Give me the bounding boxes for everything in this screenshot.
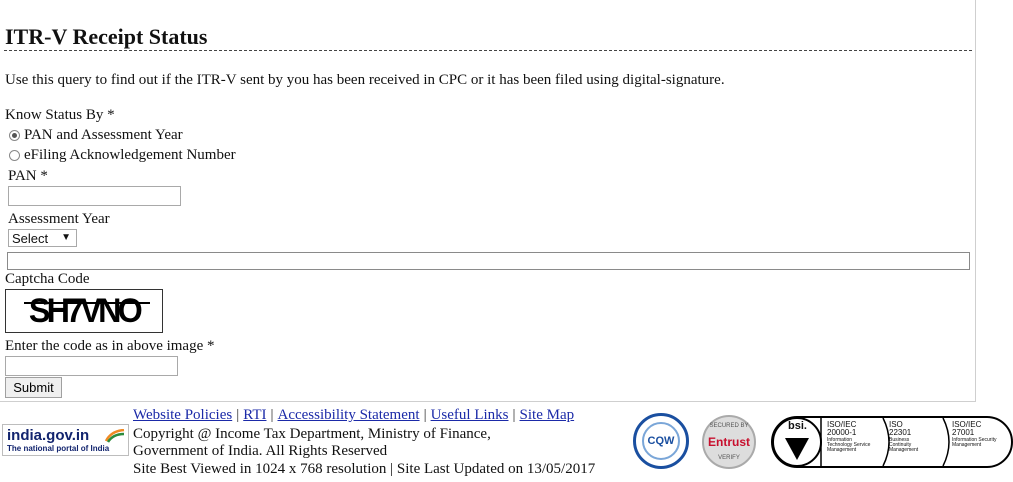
- stqc-seal-icon: CQW: [633, 413, 689, 469]
- captcha-label: Captcha Code: [5, 271, 90, 287]
- know-status-label: Know Status By *: [5, 107, 115, 123]
- submit-button[interactable]: Submit: [5, 377, 62, 398]
- bsi-label: bsi.: [788, 420, 807, 432]
- captcha-strike-line: [24, 302, 150, 304]
- entrust-label: Entrust: [708, 435, 750, 449]
- iso-27001-text: ISO/IEC 27001 Information Security Manag…: [952, 420, 997, 449]
- link-rti[interactable]: RTI: [243, 407, 266, 423]
- iso-20000-text: ISO/IEC 20000-1 Information Technology S…: [827, 420, 871, 454]
- select-value: Select: [12, 230, 49, 246]
- title-divider: [4, 50, 972, 51]
- empty-field-bar[interactable]: [7, 252, 970, 270]
- link-accessibility[interactable]: Accessibility Statement: [278, 407, 420, 423]
- iso-22301-text: ISO 22301 Business Continuity Management: [889, 420, 919, 454]
- radio-button-selected[interactable]: [9, 130, 20, 141]
- india-portal-name: india.gov.in: [7, 427, 90, 444]
- captcha-text: SH7VNO: [28, 291, 143, 330]
- radio-label: PAN and Assessment Year: [24, 127, 183, 143]
- stqc-inner: CQW: [642, 422, 680, 460]
- radio-label: eFiling Acknowledgement Number: [24, 147, 236, 163]
- radio-pan-assessment[interactable]: PAN and Assessment Year: [9, 127, 183, 144]
- link-useful-links[interactable]: Useful Links: [431, 407, 509, 423]
- page-title: ITR-V Receipt Status: [5, 24, 208, 49]
- assessment-year-label: Assessment Year: [8, 211, 110, 227]
- captcha-image: SH7VNO: [5, 289, 163, 333]
- iso-certifications-badge: bsi. ISO/IEC 20000-1 Information Technol…: [771, 416, 1013, 468]
- copyright-line-2: Government of India. All Rights Reserved: [133, 443, 388, 459]
- assessment-year-select[interactable]: Select ▼: [8, 229, 77, 247]
- india-flag-icon: [105, 429, 125, 443]
- entrust-top-text: SECURED BY: [709, 423, 749, 429]
- link-website-policies[interactable]: Website Policies: [133, 407, 232, 423]
- copyright-line-1: Copyright @ Income Tax Department, Minis…: [133, 426, 491, 442]
- entrust-bottom-text: VERIFY: [718, 455, 740, 461]
- dropdown-arrow-icon: ▼: [61, 232, 71, 243]
- india-gov-logo[interactable]: india.gov.in The national portal of Indi…: [2, 424, 129, 456]
- captcha-input[interactable]: [5, 356, 178, 376]
- india-portal-tagline: The national portal of India: [7, 444, 110, 453]
- captcha-input-label: Enter the code as in above image *: [5, 338, 215, 354]
- radio-button[interactable]: [9, 150, 20, 161]
- link-site-map[interactable]: Site Map: [520, 407, 575, 423]
- pan-label: PAN *: [8, 168, 48, 184]
- site-info: Site Best Viewed in 1024 x 768 resolutio…: [133, 461, 596, 477]
- page-description: Use this query to find out if the ITR-V …: [5, 72, 725, 88]
- main-panel: ITR-V Receipt Status Use this query to f…: [0, 0, 976, 402]
- footer-links: Website Policies | RTI | Accessibility State…: [133, 407, 575, 423]
- entrust-seal-icon: SECURED BY Entrust VERIFY: [702, 415, 756, 469]
- radio-efiling-ack[interactable]: eFiling Acknowledgement Number: [9, 147, 236, 164]
- pan-input[interactable]: [8, 186, 181, 206]
